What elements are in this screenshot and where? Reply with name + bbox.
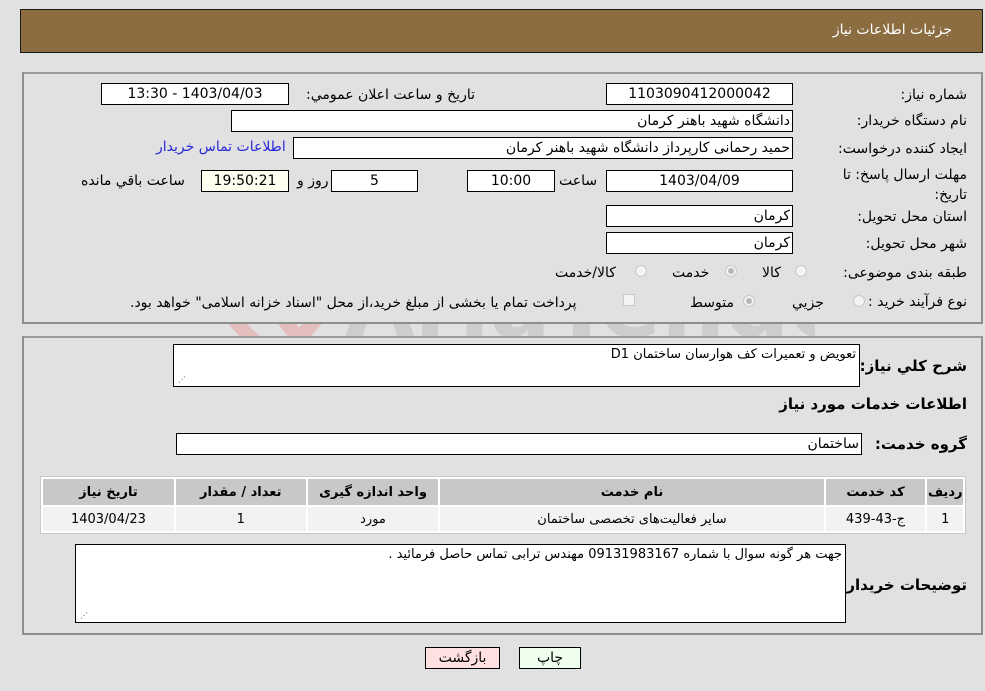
category-radio-service[interactable] <box>725 265 737 277</box>
process-option-minor: جزیي <box>792 295 824 311</box>
table-row: 1 ج-43-439 سایر فعالیت‌های تخصصی ساختمان… <box>43 507 963 531</box>
process-radio-medium[interactable] <box>743 295 755 307</box>
city-field: کرمان <box>606 232 793 254</box>
process-option-medium: متوسط <box>690 295 734 311</box>
treasury-checkbox[interactable] <box>623 294 635 306</box>
buyer-org-field: دانشگاه شهید باهنر کرمان <box>231 110 793 132</box>
category-option-goods-service: کالا/خدمت <box>555 265 616 281</box>
col-row-number: ردیف <box>927 479 963 505</box>
buyer-contact-link[interactable]: اطلاعات تماس خریدار <box>156 139 286 155</box>
back-button[interactable]: بازگشت <box>425 647 500 669</box>
province-label: استان محل تحویل: <box>857 209 967 225</box>
cell-need-date: 1403/04/23 <box>43 507 174 531</box>
category-option-goods: کالا <box>762 265 781 281</box>
resize-grip-icon[interactable]: ⋰ <box>176 376 186 384</box>
category-option-service: خدمت <box>672 265 710 281</box>
need-number-field: 1103090412000042 <box>606 83 793 105</box>
cell-quantity: 1 <box>175 507 306 531</box>
city-label: شهر محل تحویل: <box>865 236 967 252</box>
resize-grip-icon[interactable]: ⋰ <box>78 612 88 620</box>
service-group-field: ساختمان <box>176 433 862 455</box>
province-field: کرمان <box>606 205 793 227</box>
buyer-notes-text: جهت هر گونه سوال با شماره 09131983167 مه… <box>388 547 842 562</box>
col-unit: واحد اندازه گیری <box>307 479 439 505</box>
cell-service-code: ج-43-439 <box>825 507 926 531</box>
cell-unit: مورد <box>307 507 439 531</box>
announce-datetime-field: 1403/04/03 - 13:30 <box>101 83 289 105</box>
deadline-label: مهلت ارسال پاسخ: تا تاریخ: <box>842 167 967 203</box>
days-label: روز و <box>297 173 329 189</box>
col-service-code: کد خدمت <box>825 479 926 505</box>
process-radio-minor[interactable] <box>853 295 865 307</box>
category-radio-goods-service[interactable] <box>635 265 647 277</box>
purchase-process-label: نوع فرآیند خرید : <box>868 294 967 310</box>
requester-label: ایجاد کننده درخواست: <box>838 141 967 157</box>
deadline-time-field: 10:00 <box>467 170 555 192</box>
page-header: جزئیات اطلاعات نیاز <box>20 9 983 53</box>
need-number-label: شماره نیاز: <box>900 87 968 103</box>
time-remaining-label: ساعت باقي مانده <box>81 173 185 189</box>
description-text: تعویض و تعمیرات کف هوارسان ساختمان D1 <box>610 347 856 362</box>
page-title: جزئیات اطلاعات نیاز <box>832 22 952 38</box>
services-table: ردیف کد خدمت نام خدمت واحد اندازه گیری ت… <box>40 476 966 534</box>
table-header-row: ردیف کد خدمت نام خدمت واحد اندازه گیری ت… <box>43 479 963 505</box>
description-textarea[interactable]: تعویض و تعمیرات کف هوارسان ساختمان D1 ⋰ <box>173 344 860 387</box>
cell-service-name: سایر فعالیت‌های تخصصی ساختمان <box>440 507 824 531</box>
print-button[interactable]: چاپ <box>519 647 581 669</box>
cell-row-number: 1 <box>927 507 963 531</box>
col-need-date: تاریخ نیاز <box>43 479 174 505</box>
buyer-notes-label: توضیحات خریدار: <box>840 576 967 594</box>
announce-datetime-label: تاریخ و ساعت اعلان عمومي: <box>306 87 475 103</box>
col-service-name: نام خدمت <box>440 479 824 505</box>
description-label: شرح کلي نیاز: <box>859 357 967 375</box>
col-quantity: تعداد / مقدار <box>175 479 306 505</box>
deadline-date-field: 1403/04/09 <box>606 170 793 192</box>
category-label: طبقه بندی موضوعی: <box>843 265 967 281</box>
buyer-org-label: نام دستگاه خریدار: <box>856 113 967 129</box>
services-heading: اطلاعات خدمات مورد نیاز <box>779 395 967 413</box>
treasury-note: پرداخت تمام یا بخشی از مبلغ خرید،از محل … <box>130 295 577 311</box>
requester-field: حمید رحمانی کارپرداز دانشگاه شهید باهنر … <box>293 137 793 159</box>
time-remaining-field: 19:50:21 <box>201 170 289 192</box>
category-radio-goods[interactable] <box>795 265 807 277</box>
buyer-notes-textarea[interactable]: جهت هر گونه سوال با شماره 09131983167 مه… <box>75 544 846 623</box>
deadline-time-label: ساعت <box>559 173 598 189</box>
days-remaining-field: 5 <box>331 170 418 192</box>
service-group-label: گروه خدمت: <box>874 435 967 453</box>
